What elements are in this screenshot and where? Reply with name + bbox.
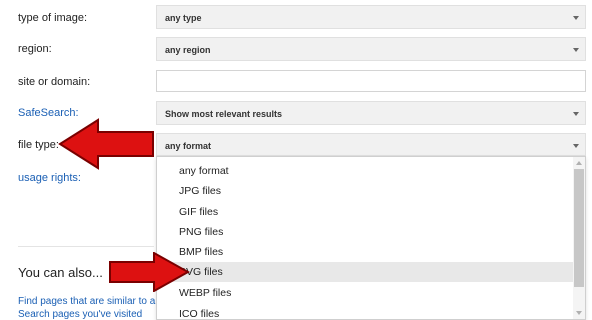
option-jpg-files[interactable]: JPG files xyxy=(157,181,573,201)
option-png-files[interactable]: PNG files xyxy=(157,222,573,242)
chevron-down-icon xyxy=(573,16,579,20)
file-type-value: any format xyxy=(165,141,212,151)
option-any-format[interactable]: any format xyxy=(157,161,573,181)
left-arrow-annotation-icon xyxy=(58,118,154,170)
option-svg-files[interactable]: SVG files xyxy=(157,262,573,282)
you-can-also-heading: You can also... xyxy=(18,265,103,280)
type-of-image-label: type of image: xyxy=(18,12,88,24)
section-divider xyxy=(18,246,154,247)
find-similar-pages-link[interactable]: Find pages that are similar to a xyxy=(18,296,155,307)
type-of-image-select[interactable]: any type xyxy=(156,5,586,29)
site-or-domain-input[interactable] xyxy=(156,70,586,92)
safesearch-value: Show most relevant results xyxy=(165,109,283,119)
chevron-down-icon xyxy=(573,48,579,52)
file-type-label: file type: xyxy=(18,139,59,151)
option-ico-files[interactable]: ICO files xyxy=(157,304,573,319)
region-label: region: xyxy=(18,43,52,55)
usage-rights-label[interactable]: usage rights: xyxy=(18,172,81,184)
region-value: any region xyxy=(165,45,211,55)
region-select[interactable]: any region xyxy=(156,37,586,61)
dropdown-scrollbar[interactable] xyxy=(573,157,585,319)
scroll-down-icon[interactable] xyxy=(576,311,582,315)
chevron-down-icon xyxy=(573,112,579,116)
site-or-domain-label: site or domain: xyxy=(18,76,91,88)
search-visited-pages-link[interactable]: Search pages you've visited xyxy=(18,309,142,320)
option-webp-files[interactable]: WEBP files xyxy=(157,283,573,303)
safesearch-select[interactable]: Show most relevant results xyxy=(156,101,586,125)
scroll-up-icon[interactable] xyxy=(576,161,582,165)
option-bmp-files[interactable]: BMP files xyxy=(157,242,573,262)
scrollbar-thumb[interactable] xyxy=(574,169,584,287)
chevron-down-icon xyxy=(573,144,579,148)
right-arrow-annotation-icon xyxy=(109,252,190,292)
type-of-image-value: any type xyxy=(165,13,202,23)
file-type-select[interactable]: any format xyxy=(156,133,586,156)
file-type-dropdown-list[interactable]: any format JPG files GIF files PNG files… xyxy=(156,156,586,320)
option-gif-files[interactable]: GIF files xyxy=(157,202,573,222)
